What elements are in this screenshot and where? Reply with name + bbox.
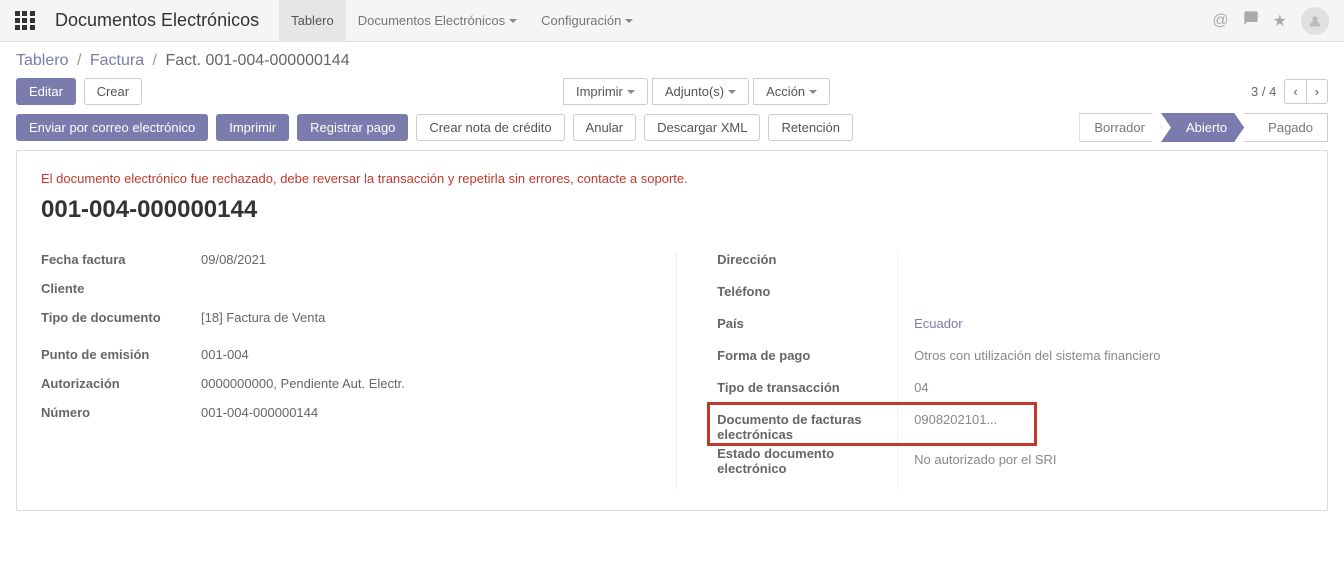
credit-note-button[interactable]: Crear nota de crédito	[416, 114, 564, 141]
breadcrumb-sep: /	[153, 52, 157, 69]
document-number-title: 001-004-000000144	[41, 196, 1303, 224]
value-pais[interactable]: Ecuador	[914, 316, 1303, 334]
attachments-dropdown[interactable]: Adjunto(s)	[652, 78, 749, 105]
value-tipo-transaccion: 04	[914, 380, 1303, 398]
label-estado-doc: Estado documento electrónico	[717, 446, 897, 476]
label-fecha-factura: Fecha factura	[41, 252, 201, 267]
label-tipo-documento: Tipo de documento	[41, 310, 201, 325]
nav-tab-documentos[interactable]: Documentos Electrónicos	[346, 0, 529, 42]
pager-prev[interactable]: ‹	[1285, 80, 1305, 103]
label-autorizacion: Autorización	[41, 376, 201, 391]
nav-tab-tablero[interactable]: Tablero	[279, 0, 346, 42]
status-open[interactable]: Abierto	[1161, 113, 1244, 142]
label-tipo-transaccion: Tipo de transacción	[717, 380, 897, 398]
label-numero: Número	[41, 405, 201, 420]
star-icon[interactable]: ★	[1273, 11, 1287, 31]
create-button[interactable]: Crear	[84, 78, 143, 105]
breadcrumb-link[interactable]: Factura	[90, 52, 144, 69]
label-direccion: Dirección	[717, 252, 897, 270]
breadcrumb-current: Fact. 001-004-000000144	[165, 52, 349, 69]
download-xml-button[interactable]: Descargar XML	[644, 114, 760, 141]
breadcrumb: Tablero / Factura / Fact. 001-004-000000…	[16, 52, 1328, 70]
pager-text: 3 / 4	[1251, 84, 1276, 99]
chat-icon[interactable]	[1243, 10, 1259, 31]
pager-next[interactable]: ›	[1306, 80, 1327, 103]
btn-label: Imprimir	[576, 84, 623, 99]
nav-tab-label: Tablero	[291, 13, 334, 28]
action-dropdown[interactable]: Acción	[753, 78, 830, 105]
nav-tab-label: Documentos Electrónicos	[358, 13, 505, 28]
chevron-down-icon	[627, 90, 635, 94]
cancel-button[interactable]: Anular	[573, 114, 637, 141]
nav-tab-configuracion[interactable]: Configuración	[529, 0, 645, 42]
value-tipo-documento: [18] Factura de Venta	[201, 310, 656, 325]
user-avatar[interactable]	[1301, 7, 1329, 35]
register-payment-button[interactable]: Registrar pago	[297, 114, 408, 141]
status-paid[interactable]: Pagado	[1243, 113, 1328, 142]
chevron-down-icon	[625, 19, 633, 23]
edit-button[interactable]: Editar	[16, 78, 76, 105]
label-telefono: Teléfono	[717, 284, 897, 302]
at-icon[interactable]: @	[1212, 12, 1228, 30]
retention-button[interactable]: Retención	[768, 114, 853, 141]
value-numero: 001-004-000000144	[201, 405, 656, 420]
breadcrumb-sep: /	[77, 52, 81, 69]
chevron-down-icon	[809, 90, 817, 94]
apps-grid-icon[interactable]	[15, 11, 35, 30]
value-estado-doc: No autorizado por el SRI	[914, 452, 1303, 470]
label-pais: País	[717, 316, 897, 334]
btn-label: Adjunto(s)	[665, 84, 724, 99]
send-email-button[interactable]: Enviar por correo electrónico	[16, 114, 208, 141]
value-fecha-factura: 09/08/2021	[201, 252, 656, 267]
label-punto-emision: Punto de emisión	[41, 347, 201, 362]
label-forma-pago: Forma de pago	[717, 348, 897, 366]
form-sheet: El documento electrónico fue rechazado, …	[16, 150, 1328, 511]
value-forma-pago: Otros con utilización del sistema financ…	[914, 348, 1303, 366]
top-navbar: Documentos Electrónicos Tablero Document…	[0, 0, 1344, 42]
value-telefono	[914, 284, 1303, 302]
btn-label: Acción	[766, 84, 805, 99]
breadcrumb-link[interactable]: Tablero	[16, 52, 68, 69]
value-direccion	[914, 252, 1303, 270]
label-doc-facturas: Documento de facturas electrónicas	[717, 412, 897, 442]
rejection-alert: El documento electrónico fue rechazado, …	[41, 171, 1303, 186]
print-dropdown[interactable]: Imprimir	[563, 78, 648, 105]
value-autorizacion: 0000000000, Pendiente Aut. Electr.	[201, 376, 656, 391]
label-cliente: Cliente	[41, 281, 201, 296]
chevron-down-icon	[509, 19, 517, 23]
chevron-down-icon	[728, 90, 736, 94]
value-punto-emision: 001-004	[201, 347, 656, 362]
status-bar: Borrador Abierto Pagado	[1080, 113, 1328, 142]
nav-tab-label: Configuración	[541, 13, 621, 28]
app-brand: Documentos Electrónicos	[55, 10, 259, 31]
print-button[interactable]: Imprimir	[216, 114, 289, 141]
status-draft[interactable]: Borrador	[1079, 113, 1162, 142]
value-doc-facturas: 0908202101...	[914, 412, 1303, 430]
